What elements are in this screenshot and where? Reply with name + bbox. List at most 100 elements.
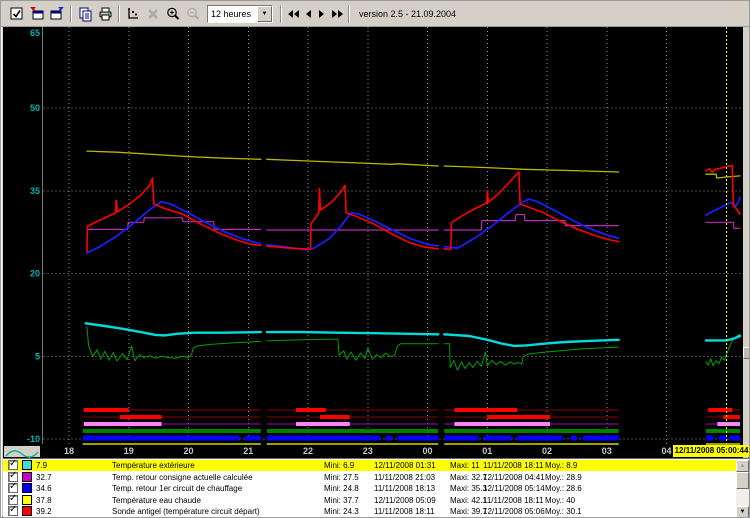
- series-avg: Moy.: 30.1: [545, 507, 582, 516]
- series-checkbox[interactable]: ✓: [8, 472, 18, 482]
- series-checkbox[interactable]: ✓: [8, 495, 18, 505]
- legend-scroll-thumb[interactable]: [736, 472, 749, 489]
- svg-text:02: 02: [542, 446, 552, 456]
- series-max: Maxi: 42.1: [450, 496, 487, 505]
- series-min: Mini: 6.9: [324, 461, 354, 470]
- series-checkbox[interactable]: ✓: [8, 460, 18, 470]
- series-name: Temp. retour 1er circuit de chauffage: [112, 484, 242, 493]
- svg-text:19: 19: [124, 446, 134, 456]
- series-max: Maxi: 39.7: [450, 507, 487, 516]
- copy-button[interactable]: [75, 4, 95, 24]
- series-avg: Moy.: 40: [545, 496, 575, 505]
- svg-text:18: 18: [64, 446, 74, 456]
- svg-text:65: 65: [30, 28, 40, 38]
- nav-previous-button[interactable]: [301, 4, 315, 24]
- series-max: Maxi: 11: [450, 461, 480, 470]
- svg-text:01: 01: [482, 446, 492, 456]
- series-max-datetime: 12/11/2008 05:06: [483, 507, 545, 516]
- nav-next-button[interactable]: [315, 4, 329, 24]
- zoom-out-button: [183, 4, 203, 24]
- chevron-down-icon[interactable]: ▼: [257, 6, 272, 22]
- check-button[interactable]: [7, 4, 27, 24]
- svg-text:00: 00: [422, 446, 432, 456]
- series-min: Mini: 24.3: [324, 507, 359, 516]
- series-current-value: 7.9: [36, 461, 47, 470]
- series-name: Sonde antigel (température circuit dépar…: [112, 507, 260, 516]
- legend-row[interactable]: ✓ 37.8 Température eau chaude Mini: 37.7 12/…: [3, 495, 736, 506]
- series-name: Température eau chaude: [112, 496, 201, 505]
- series-color-swatch: [22, 472, 32, 482]
- svg-text:20: 20: [30, 269, 40, 279]
- scroll-up-icon[interactable]: ▲: [736, 460, 749, 472]
- series-checkbox[interactable]: ✓: [8, 483, 18, 493]
- zoom-in-button[interactable]: [163, 4, 183, 24]
- timespan-value: 12 heures: [208, 6, 257, 22]
- export-window-blue-button[interactable]: [47, 4, 67, 24]
- toolbar: 12 heures ▼ version 2.5 - 21.09.2004: [1, 1, 750, 27]
- series-min-datetime: 12/11/2008 05:09: [374, 496, 436, 505]
- series-max: Maxi: 35.3: [450, 484, 487, 493]
- version-label: version 2.5 - 21.09.2004: [359, 9, 456, 19]
- legend-scrollbar[interactable]: ▲ ▼: [736, 460, 749, 518]
- series-color-swatch: [22, 483, 32, 493]
- series-max-datetime: 11/11/2008 18:11: [483, 461, 544, 470]
- svg-text:5: 5: [35, 351, 40, 361]
- scroll-thumb[interactable]: [743, 347, 750, 359]
- legend-panel: ✓ 7.9 Température extérieure Mini: 6.9 12/11…: [3, 458, 749, 517]
- cursor-timestamp-badge: 12/11/2008 05:00:44: [673, 445, 750, 457]
- series-current-value: 34.6: [36, 484, 52, 493]
- svg-text:03: 03: [602, 446, 612, 456]
- trend-viewer-window: 12 heures ▼ version 2.5 - 21.09.2004 65 5…: [0, 0, 750, 518]
- legend-row[interactable]: ✓ 34.6 Temp. retour 1er circuit de chauffa…: [3, 483, 736, 494]
- svg-text:20: 20: [183, 446, 193, 456]
- svg-text:04: 04: [661, 446, 671, 456]
- delete-button: [143, 4, 163, 24]
- toolbar-separator: [348, 5, 350, 23]
- trend-chart[interactable]: 655035205-101819202122230001020304: [3, 27, 743, 458]
- timespan-select[interactable]: 12 heures ▼: [207, 5, 273, 23]
- series-color-swatch: [22, 460, 32, 470]
- print-button[interactable]: [95, 4, 115, 24]
- series-max: Maxi: 32.7: [450, 473, 487, 482]
- series-avg: Moy.: 28.6: [545, 484, 582, 493]
- series-min-datetime: 12/11/2008 01:31: [374, 461, 436, 470]
- series-min: Mini: 37.7: [324, 496, 359, 505]
- svg-text:21: 21: [243, 446, 253, 456]
- series-max-datetime: 12/11/2008 05:14: [483, 484, 545, 493]
- export-window-red-button[interactable]: [27, 4, 47, 24]
- legend-row[interactable]: ✓ 7.9 Température extérieure Mini: 6.9 12/11…: [3, 460, 736, 471]
- legend-rows: ✓ 7.9 Température extérieure Mini: 6.9 12/11…: [3, 460, 736, 518]
- series-color-swatch: [22, 506, 32, 516]
- legend-row[interactable]: ✓ 39.2 Sonde antigel (température circuit …: [3, 506, 736, 517]
- series-min-datetime: 11/11/2008 18:13: [374, 484, 435, 493]
- series-avg: Moy.: 8.9: [545, 461, 577, 470]
- series-current-value: 39.2: [36, 507, 52, 516]
- right-scroll-strip: [743, 27, 750, 445]
- series-min-datetime: 11/11/2008 21:03: [374, 473, 435, 482]
- nav-first-button[interactable]: [285, 4, 301, 24]
- toolbar-separator: [70, 5, 72, 23]
- scroll-down-icon[interactable]: ▼: [736, 506, 749, 518]
- plot-area-svg[interactable]: 655035205-101819202122230001020304: [3, 27, 743, 458]
- series-name: Température extérieure: [112, 461, 195, 470]
- series-current-value: 37.8: [36, 496, 52, 505]
- nav-last-button[interactable]: [329, 4, 345, 24]
- toolbar-separator: [118, 5, 120, 23]
- series-checkbox[interactable]: ✓: [8, 506, 18, 516]
- series-min: Mini: 24.8: [324, 484, 359, 493]
- series-name: Temp. retour consigne actuelle calculée: [112, 473, 253, 482]
- legend-row[interactable]: ✓ 32.7 Temp. retour consigne actuelle calc…: [3, 472, 736, 483]
- series-color-swatch: [22, 495, 32, 505]
- svg-text:-10: -10: [27, 434, 40, 444]
- series-current-value: 32.7: [36, 473, 52, 482]
- toolbar-separator: [280, 5, 282, 23]
- svg-text:22: 22: [303, 446, 313, 456]
- series-min-datetime: 11/11/2008 18:11: [374, 507, 435, 516]
- svg-text:35: 35: [30, 186, 40, 196]
- svg-text:50: 50: [30, 103, 40, 113]
- curve-icon[interactable]: [3, 445, 41, 458]
- series-avg: Moy.: 28.9: [545, 473, 582, 482]
- axis-scale-button[interactable]: [123, 4, 143, 24]
- series-max-datetime: 11/11/2008 18:11: [483, 496, 544, 505]
- series-min: Mini: 27.5: [324, 473, 359, 482]
